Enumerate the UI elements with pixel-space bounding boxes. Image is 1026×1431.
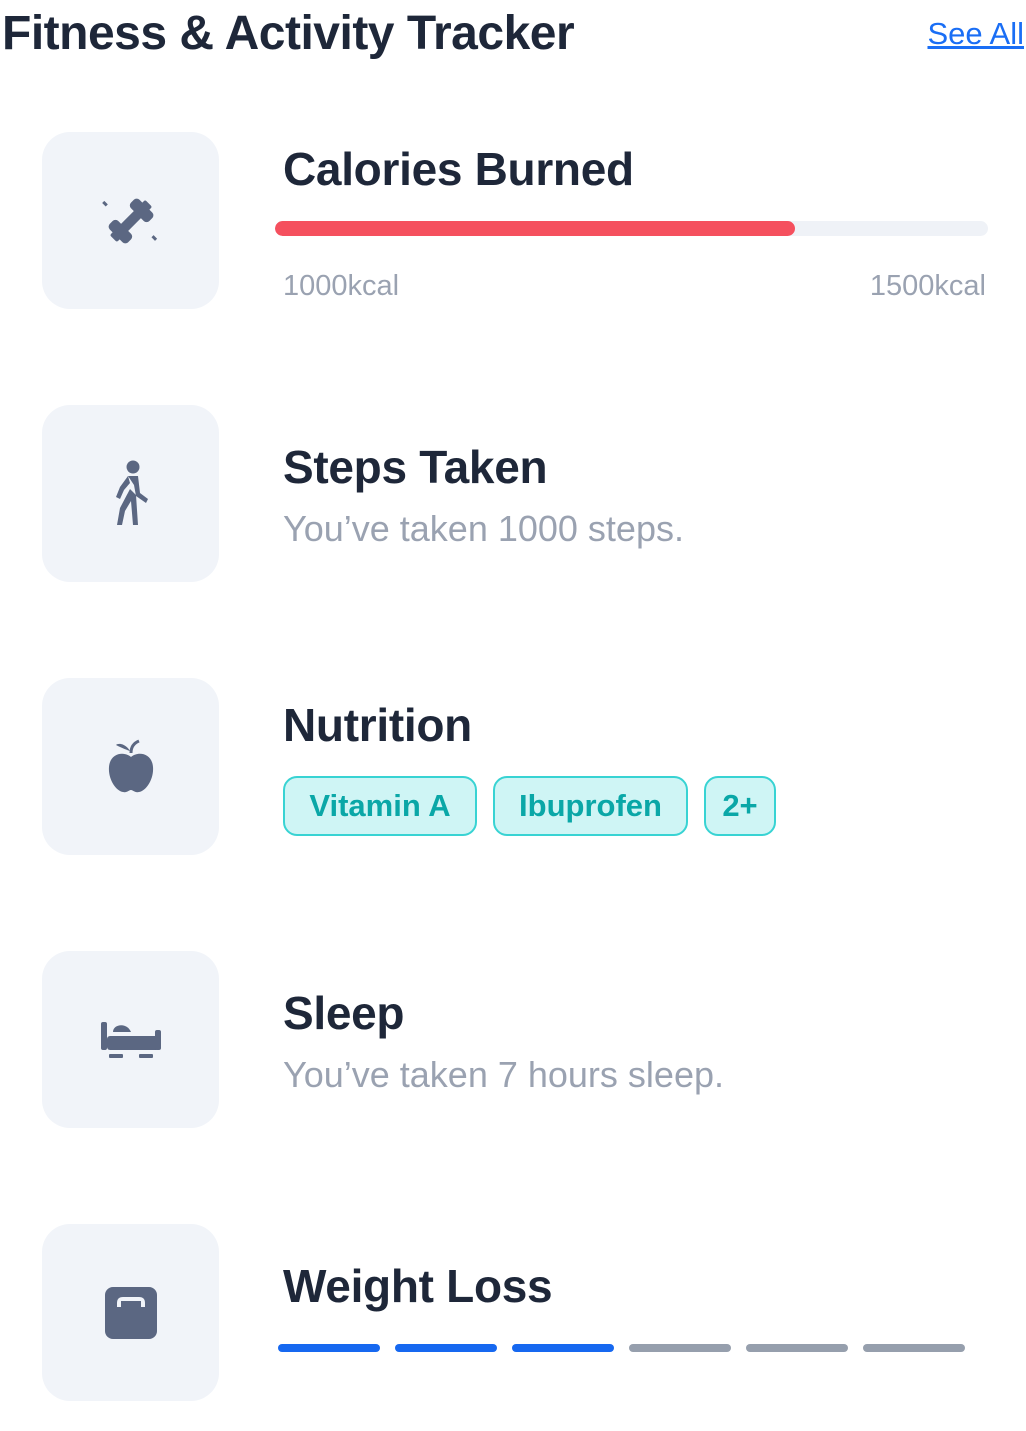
nutrition-icon-box bbox=[42, 678, 219, 855]
dumbbell-icon bbox=[100, 190, 162, 252]
steps-title: Steps Taken bbox=[283, 441, 548, 493]
calories-progress-fill bbox=[275, 221, 796, 236]
header: Fitness & Activity Tracker See All bbox=[0, 0, 1026, 70]
calories-icon-box bbox=[42, 132, 219, 309]
apple-icon bbox=[106, 739, 156, 795]
sleep-title: Sleep bbox=[283, 987, 405, 1039]
tag-vitamin-a[interactable]: Vitamin A bbox=[283, 776, 477, 836]
weight-title: Weight Loss bbox=[283, 1260, 553, 1312]
calories-card[interactable]: Calories Burned 1000kcal 1500kcal bbox=[0, 132, 1026, 310]
sleep-card[interactable]: Sleep You’ve taken 7 hours sleep. bbox=[0, 951, 1026, 1129]
tag-more[interactable]: 2+ bbox=[704, 776, 776, 836]
weight-segment bbox=[278, 1344, 380, 1352]
sleep-subtitle: You’ve taken 7 hours sleep. bbox=[283, 1054, 724, 1095]
weight-segment bbox=[395, 1344, 497, 1352]
weight-segment bbox=[746, 1344, 848, 1352]
weight-card[interactable]: Weight Loss bbox=[0, 1224, 1026, 1402]
calories-min-label: 1000kcal bbox=[283, 270, 400, 302]
bed-icon bbox=[99, 1018, 163, 1062]
weight-progress-segments bbox=[278, 1344, 965, 1352]
see-all-link[interactable]: See All bbox=[927, 16, 1024, 52]
steps-subtitle: You’ve taken 1000 steps. bbox=[283, 508, 684, 549]
tag-ibuprofen[interactable]: Ibuprofen bbox=[493, 776, 688, 836]
weight-segment bbox=[512, 1344, 614, 1352]
sleep-icon-box bbox=[42, 951, 219, 1128]
walking-person-icon bbox=[106, 459, 156, 529]
nutrition-tags: Vitamin A Ibuprofen 2+ bbox=[283, 776, 776, 836]
calories-progress-bar bbox=[275, 221, 988, 236]
nutrition-card[interactable]: Nutrition Vitamin A Ibuprofen 2+ bbox=[0, 678, 1026, 856]
scale-icon bbox=[103, 1285, 159, 1341]
weight-segment bbox=[629, 1344, 731, 1352]
weight-segment bbox=[863, 1344, 965, 1352]
weight-icon-box bbox=[42, 1224, 219, 1401]
page-title: Fitness & Activity Tracker bbox=[2, 7, 575, 60]
nutrition-title: Nutrition bbox=[283, 699, 472, 751]
steps-icon-box bbox=[42, 405, 219, 582]
steps-card[interactable]: Steps Taken You’ve taken 1000 steps. bbox=[0, 405, 1026, 583]
calories-title: Calories Burned bbox=[283, 143, 634, 195]
calories-max-label: 1500kcal bbox=[869, 270, 986, 302]
